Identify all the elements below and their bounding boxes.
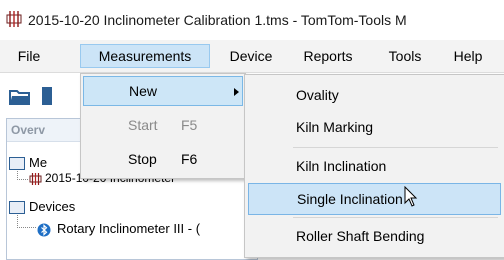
submenu-item-single-inclination[interactable]: Single Inclination [248,183,501,215]
menu-item-start: Start F5 [83,110,243,140]
menu-item-label: Start [128,117,158,133]
bluetooth-icon [37,223,51,237]
tree-item-rotary-inclinometer[interactable]: Rotary Inclinometer III - ( [37,221,200,237]
submenu-item-roller-shaft-bending[interactable]: Roller Shaft Bending [248,221,501,251]
menu-help[interactable]: Help [449,45,487,67]
menu-item-shortcut: F6 [181,151,198,167]
menu-separator [293,147,498,148]
submenu-arrow-icon [234,88,239,96]
submenu-item-ovality[interactable]: Ovality [248,80,501,110]
menu-file[interactable]: File [13,45,45,67]
window-title: 2015-10-20 Inclinometer Calibration 1.tm… [28,12,407,28]
device-icon [6,11,22,27]
menu-measurements[interactable]: Measurements [80,44,210,68]
measurements-menu: New Start F5 Stop F6 [80,73,246,179]
tree-connector [17,171,28,180]
menu-item-new[interactable]: New [83,76,243,106]
new-submenu: Ovality Kiln Marking Kiln Inclination Si… [244,74,504,258]
menu-item-shortcut: F5 [181,117,198,133]
submenu-item-kiln-inclination[interactable]: Kiln Inclination [248,151,501,181]
menu-item-label: Stop [128,151,157,167]
menu-bar: File Measurements Device Reports Tools H… [0,40,504,73]
menu-device[interactable]: Device [223,45,279,67]
tree-connector [17,215,36,228]
menu-separator [293,217,498,218]
mouse-pointer-icon [404,186,418,207]
submenu-item-kiln-marking[interactable]: Kiln Marking [248,112,501,142]
overview-title: Overv [11,123,46,137]
open-folder-icon[interactable] [9,88,31,106]
folder-icon [9,157,25,171]
menu-item-label: New [129,83,158,99]
menu-item-stop[interactable]: Stop F6 [83,144,243,174]
title-bar: 2015-10-20 Inclinometer Calibration 1.tm… [0,0,504,40]
device-icon [29,172,42,185]
toolbar-button-icon[interactable] [40,85,56,107]
tree-item-devices[interactable]: Devices [9,199,75,215]
menu-reports[interactable]: Reports [298,45,358,67]
menu-tools[interactable]: Tools [383,45,427,67]
folder-icon [9,201,25,215]
tree-item-measurements[interactable]: Me [9,155,47,171]
